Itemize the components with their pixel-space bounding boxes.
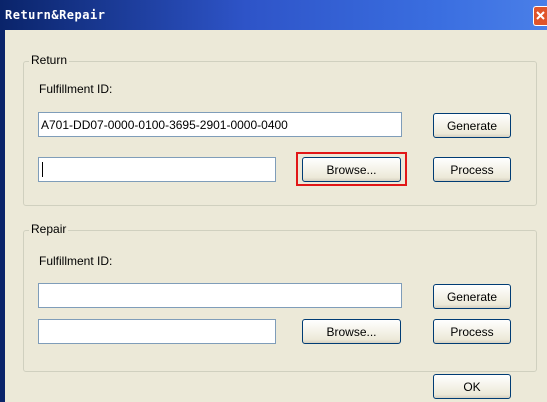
return-legend: Return xyxy=(29,53,70,67)
repair-generate-button[interactable]: Generate xyxy=(433,284,511,309)
repair-fulfillment-id-field[interactable] xyxy=(38,283,402,308)
close-button[interactable] xyxy=(533,6,547,26)
window-title: Return&Repair xyxy=(5,8,106,22)
dialog-body: Return Fulfillment ID: Generate Browse..… xyxy=(5,30,547,402)
return-generate-button[interactable]: Generate xyxy=(433,113,511,138)
return-process-button[interactable]: Process xyxy=(433,157,511,182)
repair-file-field[interactable] xyxy=(38,319,276,344)
repair-browse-button[interactable]: Browse... xyxy=(302,319,401,344)
return-fulfillment-label: Fulfillment ID: xyxy=(39,82,113,96)
text-caret xyxy=(42,162,43,177)
close-icon xyxy=(536,11,545,20)
repair-fulfillment-label: Fulfillment ID: xyxy=(39,254,113,268)
return-fulfillment-id-field[interactable] xyxy=(38,112,402,137)
repair-legend: Repair xyxy=(29,222,69,236)
return-browse-button[interactable]: Browse... xyxy=(302,157,401,182)
repair-process-button[interactable]: Process xyxy=(433,319,511,344)
return-file-field[interactable] xyxy=(38,157,276,182)
title-bar[interactable]: Return&Repair xyxy=(0,0,547,30)
ok-button[interactable]: OK xyxy=(433,374,511,399)
